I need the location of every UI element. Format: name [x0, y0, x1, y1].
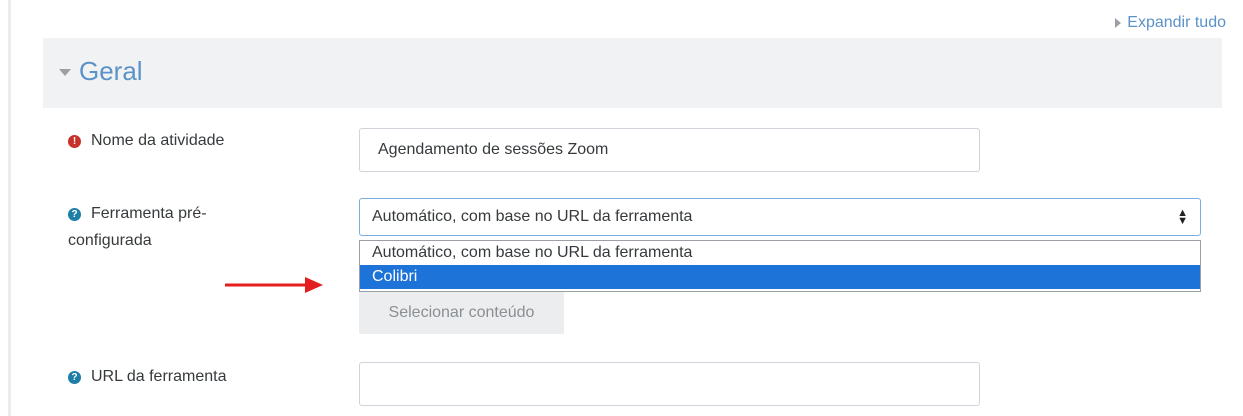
select-updown-icon: ▲ ▼	[1177, 207, 1188, 227]
expand-all-label: Expandir tudo	[1127, 14, 1226, 31]
expand-all-link[interactable]: Expandir tudo	[1115, 14, 1226, 32]
preconfigured-tool-label-row: ? Ferramenta pré-	[68, 202, 207, 226]
preconfigured-tool-label-row-2: configurada	[68, 229, 152, 253]
select-content-button[interactable]: Selecionar conteúdo	[359, 292, 564, 334]
tool-url-label: URL da ferramenta	[91, 368, 227, 385]
preconfigured-tool-label-2: configurada	[68, 232, 152, 249]
help-icon[interactable]: ?	[68, 208, 81, 221]
tool-url-label-row: ? URL da ferramenta	[68, 365, 226, 389]
activity-name-label-row: ! Nome da atividade	[68, 129, 224, 153]
select-content-label: Selecionar conteúdo	[388, 304, 535, 321]
section-header-toggle[interactable]: Geral	[59, 56, 143, 87]
dropdown-option-automatic[interactable]: Automático, com base no URL da ferrament…	[360, 241, 1200, 265]
activity-name-value: Agendamento de sessões Zoom	[378, 141, 609, 158]
activity-name-input[interactable]: Agendamento de sessões Zoom	[359, 128, 980, 172]
preconfigured-tool-label: Ferramenta pré-	[91, 205, 207, 222]
caret-down-icon	[59, 69, 71, 76]
preconfigured-tool-selected: Automático, com base no URL da ferrament…	[372, 208, 693, 225]
tool-url-input[interactable]	[359, 362, 980, 406]
dropdown-option-colibri[interactable]: Colibri	[360, 265, 1200, 289]
help-icon[interactable]: ?	[68, 371, 81, 384]
caret-right-icon	[1115, 18, 1122, 28]
left-border	[8, 0, 11, 416]
required-icon: !	[68, 135, 81, 148]
preconfigured-tool-select[interactable]: Automático, com base no URL da ferrament…	[359, 198, 1201, 236]
preconfigured-tool-dropdown[interactable]: Automático, com base no URL da ferrament…	[359, 240, 1201, 292]
activity-name-label: Nome da atividade	[91, 132, 225, 149]
section-title: Geral	[79, 56, 143, 86]
red-arrow-icon	[225, 277, 323, 293]
